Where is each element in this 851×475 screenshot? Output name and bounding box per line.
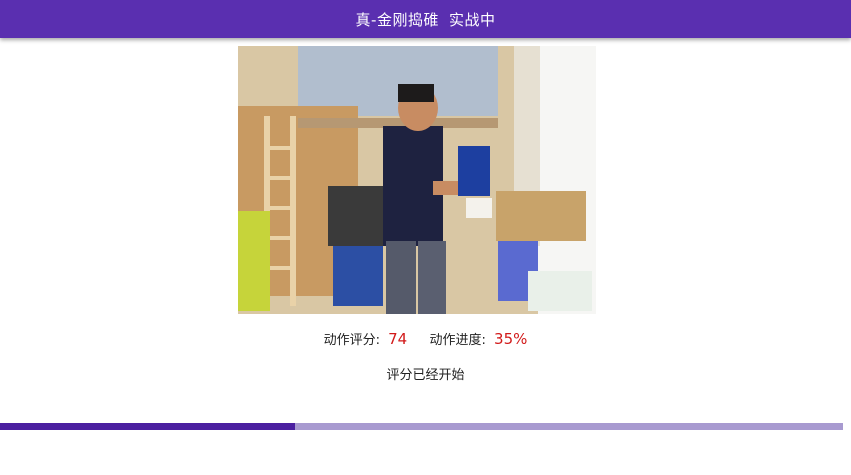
mode-status: 实战中 [448,10,496,29]
action-progress-bar [0,423,843,430]
app-header: 真-金刚捣碓 实战中 [0,0,851,38]
camera-feed-image [238,46,596,314]
page-title: 真-金刚捣碓 [355,10,439,29]
status-message: 评分已经开始 [386,368,465,383]
score-label: 动作评分: [323,333,380,348]
progress-value: 35% [494,330,528,348]
progress-label: 动作进度: [429,333,486,348]
score-line: 动作评分: 74 动作进度: 35% [0,329,851,348]
score-value: 74 [388,330,408,348]
action-progress-fill [0,423,296,430]
camera-feed [238,46,596,314]
